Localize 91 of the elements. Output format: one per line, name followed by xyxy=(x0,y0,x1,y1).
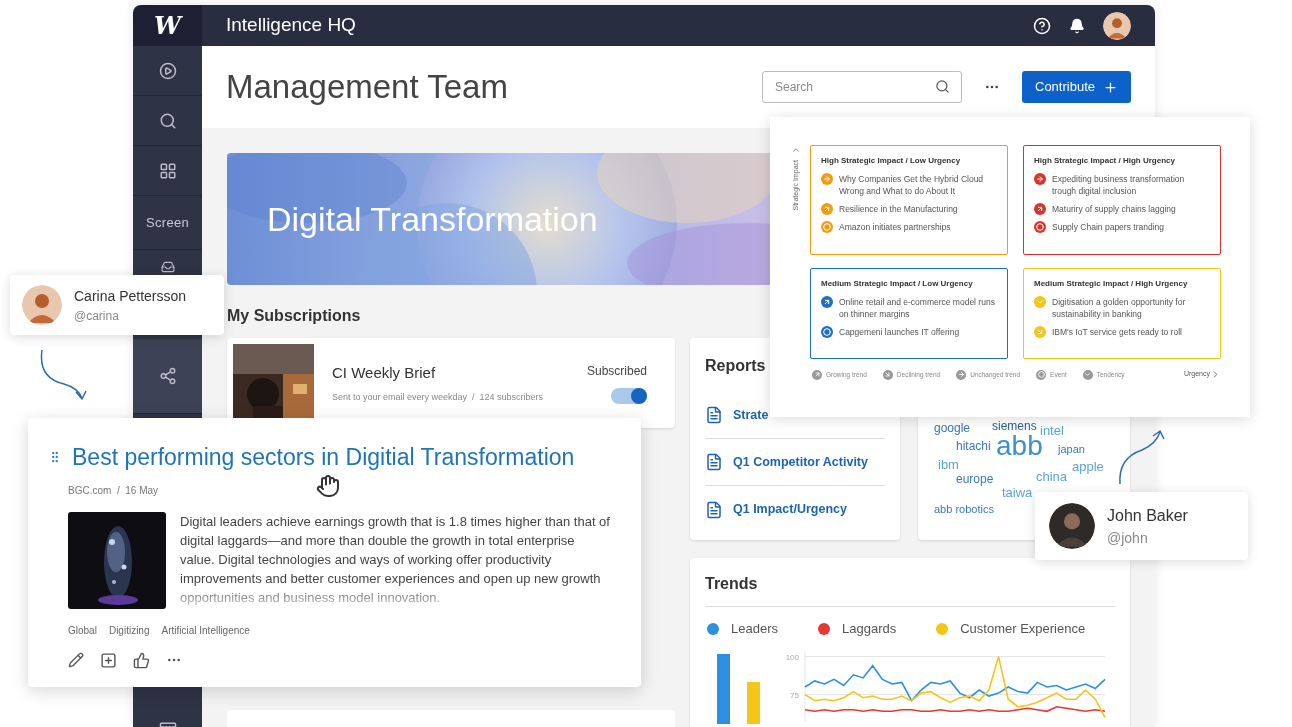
trend-icon xyxy=(821,203,833,215)
quadrant-title: High Strategic Impact / Low Urgency xyxy=(821,155,962,167)
trend-icon xyxy=(1034,203,1046,215)
section-heading: My Subscriptions xyxy=(227,308,361,324)
cloud-word: abb robotics xyxy=(934,504,994,515)
cloud-word: apple xyxy=(1072,460,1104,473)
article-summary: Digital leaders achieve earnings growth that is 1.8 times higher than that of digital laggards—and more than double the growth in total enterprise value. Digital technologies and ways of working offer productivity improvements and better customer experiences and open up new growth opportunities and business model innovation. xyxy=(180,512,610,607)
sidebar-icon xyxy=(158,111,177,130)
legend-icon xyxy=(812,369,822,380)
trend-icon xyxy=(821,221,833,233)
legend-icon xyxy=(882,369,893,380)
person-name: Carina Pettersson xyxy=(74,286,187,306)
trend-icon xyxy=(821,296,833,308)
trend-icon xyxy=(1034,173,1046,185)
cloud-word: google xyxy=(934,422,971,434)
trend-link[interactable]: Digitisation a golden opportunity for sustainability in banking xyxy=(1052,296,1210,320)
plus-icon xyxy=(1103,79,1118,95)
cloud-word: ibm xyxy=(938,458,959,471)
axis-tick: 100 xyxy=(785,652,799,662)
trend-link[interactable]: Maturiry of supply chains lagging xyxy=(1052,203,1176,215)
curved-arrow xyxy=(1116,428,1166,486)
trend-icon xyxy=(1034,326,1046,338)
subscription-status: Subscribed xyxy=(586,363,647,380)
edit-icon[interactable] xyxy=(68,652,84,668)
trend-link[interactable]: Expediting business transformation trough digital inclusion xyxy=(1052,173,1210,197)
report-link[interactable]: Q1 Impact/Urgency xyxy=(733,500,847,519)
trend-link[interactable]: IBM's IoT service gets ready to roll xyxy=(1052,326,1182,338)
person-handle: @carina xyxy=(74,307,120,325)
legend-label: Customer Experience xyxy=(960,620,1086,638)
trend-icon xyxy=(1034,296,1046,308)
reports-heading: Reports xyxy=(705,356,766,376)
quadrant-title: Medium Strategic Impact / High Urgency xyxy=(1034,278,1189,290)
person-name: John Baker xyxy=(1107,505,1188,526)
document-icon xyxy=(705,406,723,424)
quadrant-title: High Strategic Impact / High Urgency xyxy=(1034,155,1176,167)
cloud-word: europe xyxy=(956,473,994,485)
search-field[interactable]: Search xyxy=(762,71,962,103)
legend-label: Laggards xyxy=(842,620,897,638)
cloud-word: abb xyxy=(996,432,1043,460)
article-tag[interactable]: Artificial Intelligence xyxy=(161,622,250,638)
cloud-word: intel xyxy=(1040,424,1064,437)
article-title[interactable]: Best performing sectors in Digitial Transformation xyxy=(72,440,575,475)
trends-heading: Trends xyxy=(705,572,1115,607)
cloud-word: china xyxy=(1036,470,1068,483)
legend-icon xyxy=(1036,369,1047,380)
quadrant-title: Medium Strategic Impact / Low Urgency xyxy=(821,278,974,290)
sidebar-icon xyxy=(158,61,177,80)
avatar xyxy=(1049,503,1095,549)
trend-link[interactable]: Supply Chain papers tranding xyxy=(1052,221,1164,233)
notifications-icon[interactable] xyxy=(1069,17,1085,34)
sidebar-icon xyxy=(160,260,175,274)
legend-label: Leaders xyxy=(731,620,778,638)
page-title: Management Team xyxy=(226,67,508,108)
cloud-word: hitachi xyxy=(956,440,991,452)
sidebar-icon xyxy=(158,161,177,180)
contribute-button[interactable]: Contribute xyxy=(1022,71,1131,103)
subscription-meta: Sent to your email every weekday / 124 subscribers xyxy=(332,390,545,404)
cloud-word: japan xyxy=(1058,444,1085,455)
article-tag[interactable]: Global xyxy=(68,622,97,638)
trend-icon xyxy=(821,173,833,185)
trend-link[interactable]: Why Companies Get the Hybrid Cloud Wrong and What to do About It xyxy=(839,173,997,197)
legend-icon xyxy=(1082,369,1093,380)
hand-cursor-icon xyxy=(316,474,340,498)
toggle-switch[interactable] xyxy=(611,388,647,404)
like-icon[interactable] xyxy=(133,651,150,669)
avatar xyxy=(22,285,62,325)
app-title: Intelligence HQ xyxy=(226,13,356,38)
search-icon[interactable] xyxy=(935,79,950,94)
curved-arrow xyxy=(38,348,88,402)
cloud-word: siemens xyxy=(992,420,1037,432)
axis-tick: 75 xyxy=(790,690,799,700)
person-handle: @john xyxy=(1107,528,1149,548)
add-icon[interactable] xyxy=(100,651,117,669)
help-icon[interactable] xyxy=(1033,16,1051,35)
trend-link[interactable]: Amazon initiates partnerships xyxy=(839,221,951,233)
trend-link[interactable]: Capgemeni launches IT offering xyxy=(839,326,960,338)
trend-link[interactable]: Online retail and e-commerce model runs on thinner margins xyxy=(839,296,997,320)
report-link[interactable]: Q1 Competitor Activity xyxy=(733,452,868,472)
avatar xyxy=(1103,11,1131,40)
report-link[interactable]: Strate xyxy=(733,405,769,425)
subscription-title: CI Weekly Brief xyxy=(332,363,437,383)
trend-icon xyxy=(1034,221,1046,233)
article-source: BGC.com / 16 May xyxy=(68,483,159,498)
trend-icon xyxy=(821,326,833,338)
article-tag[interactable]: Digitizing xyxy=(108,622,150,638)
trend-link[interactable]: Resilience in the Manufacturing xyxy=(839,203,958,215)
document-icon xyxy=(705,500,723,519)
legend-icon xyxy=(956,369,967,380)
document-icon xyxy=(705,453,723,471)
sidebar-icon xyxy=(158,367,177,385)
cloud-word: taiwa xyxy=(1002,486,1033,499)
